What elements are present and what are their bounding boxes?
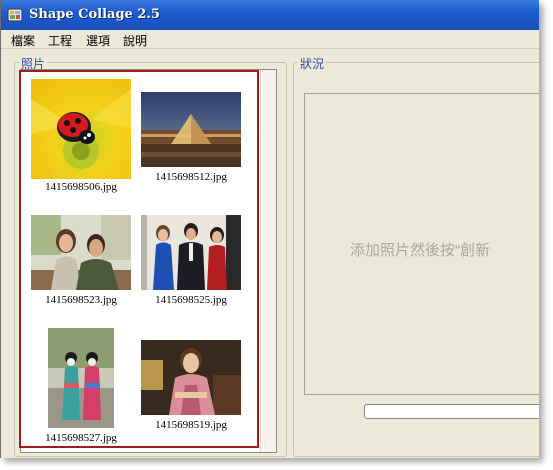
selection-highlight-frame [19,70,259,448]
app-window: Shape Collage 2.5 檔案 工程 選項 說明 照片 1415698… [0,0,539,458]
photo-list-scrollbar[interactable] [260,70,276,452]
menu-help[interactable]: 說明 [123,32,147,49]
menu-project[interactable]: 工程 [48,32,72,49]
menu-options[interactable]: 選項 [86,32,110,49]
preview-area[interactable]: 添加照片然後按“創新 [304,93,539,395]
status-groupbox: 狀況 添加照片然後按“創新 [293,55,539,457]
menu-bar: 檔案 工程 選項 說明 [1,30,539,49]
empty-state-hint: 添加照片然後按“創新 [350,242,490,259]
window-title: Shape Collage 2.5 [29,7,160,22]
status-legend: 狀況 [298,55,327,72]
progress-bar [364,404,539,419]
title-bar[interactable]: Shape Collage 2.5 [1,0,539,31]
menu-file[interactable]: 檔案 [11,32,35,49]
app-icon [7,8,23,22]
